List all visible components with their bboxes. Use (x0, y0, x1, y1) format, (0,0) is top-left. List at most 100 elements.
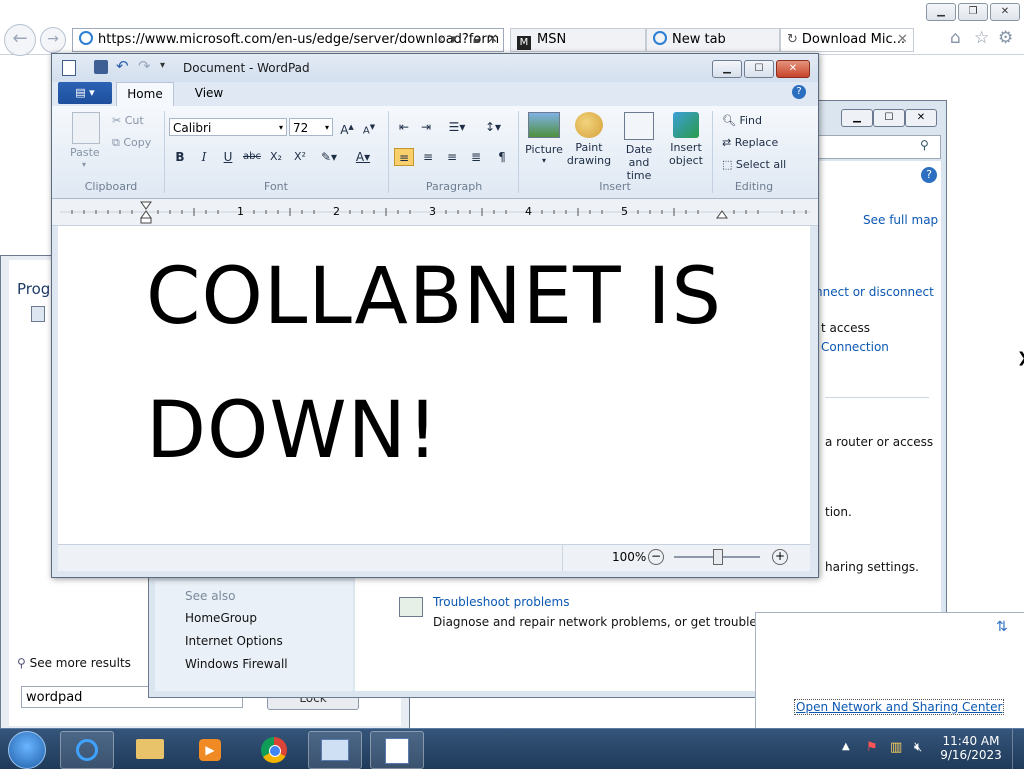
help-icon[interactable]: ? (792, 85, 806, 99)
italic-button[interactable]: I (194, 148, 214, 166)
zoom-out-button[interactable]: − (648, 549, 664, 565)
tab-label: New tab (672, 32, 726, 47)
connect-disconnect-link[interactable]: nnect or disconnect (815, 285, 934, 299)
align-center-button[interactable]: ≡ (418, 148, 438, 166)
document-text-line-1[interactable]: COLLABNET IS (146, 252, 722, 342)
show-desktop-button[interactable] (1012, 729, 1024, 769)
programs-heading: Prog (17, 280, 51, 298)
help-icon[interactable]: ? (921, 167, 937, 183)
picture-icon (528, 112, 560, 138)
cp-search-input[interactable]: ⚲ (809, 135, 941, 159)
paste-button[interactable]: Paste ▾ (66, 112, 106, 172)
strikethrough-button[interactable]: abc (242, 148, 262, 166)
line-spacing-button[interactable]: ↕▾ (478, 118, 508, 136)
replace-icon: ⇄ (722, 136, 735, 149)
font-size-select[interactable]: 72 ▾ (289, 118, 333, 136)
select-all-button[interactable]: ⬚ Select all (722, 158, 786, 171)
find-button[interactable]: 🔍︎ Find (722, 114, 762, 127)
action-center-icon[interactable]: ⚑ (866, 740, 878, 755)
tab-msn[interactable]: M MSN (510, 28, 646, 52)
browser-restore-button[interactable]: ❐ (958, 3, 988, 21)
tab-home[interactable]: Home (116, 82, 174, 106)
taskbar-explorer[interactable] (130, 733, 170, 765)
tab-new-tab[interactable]: New tab (646, 28, 780, 52)
wordpad-maximize-button[interactable]: ☐ (744, 60, 774, 78)
wordpad-close-button[interactable]: ✕ (776, 60, 810, 78)
network-icon[interactable]: ▥ (890, 740, 902, 755)
browser-minimize-button[interactable]: ▁ (926, 3, 956, 21)
taskbar-chrome[interactable] (254, 733, 294, 765)
save-icon[interactable] (94, 60, 108, 74)
font-group-label: Font (264, 180, 288, 193)
redo-icon[interactable]: ↷ (138, 57, 151, 75)
show-hidden-icons[interactable]: ▲ (842, 741, 850, 752)
subscript-button[interactable]: X₂ (266, 148, 286, 166)
bold-button[interactable]: B (170, 148, 190, 166)
cp-minimize-button[interactable]: ▁ (841, 109, 873, 127)
cut-button[interactable]: ✂ Cut (112, 114, 144, 127)
tools-icon[interactable]: ⚙ (998, 28, 1013, 48)
font-color-button[interactable]: A▾ (348, 148, 378, 166)
bullets-button[interactable]: ☰▾ (442, 118, 472, 136)
taskbar-control-panel[interactable] (308, 731, 362, 769)
open-network-center-link[interactable]: Open Network and Sharing Center (794, 699, 1005, 715)
wordpad-minimize-button[interactable]: ▁ (712, 60, 742, 78)
browser-close-button[interactable]: ✕ (990, 3, 1020, 21)
volume-muted-icon[interactable]: 🔇︎ (914, 740, 922, 755)
grow-font-button[interactable]: A▲ (337, 118, 357, 137)
copy-button[interactable]: ⧉ Copy (112, 136, 151, 150)
forward-button[interactable]: → (40, 27, 66, 53)
undo-icon[interactable]: ↶ (116, 57, 129, 75)
taskbar-media-player[interactable]: ▶ (190, 733, 230, 765)
see-also-homegroup[interactable]: HomeGroup (185, 611, 257, 625)
home-icon[interactable]: ⌂ (950, 28, 961, 48)
msn-icon: M (517, 36, 531, 50)
paragraph-button[interactable]: ¶ (492, 148, 512, 166)
justify-button[interactable]: ≣ (466, 148, 486, 166)
underline-button[interactable]: U (218, 148, 238, 166)
see-also-internet-options[interactable]: Internet Options (185, 634, 283, 648)
picture-button[interactable]: Picture ▾ (524, 112, 564, 176)
clock[interactable]: 11:40 AM 9/16/2023 (936, 734, 1006, 762)
search-icon[interactable]: ⌕ ▾ (439, 29, 457, 51)
application-menu-button[interactable]: ▤ ▾ (58, 82, 112, 104)
refresh-icon[interactable]: ⇅ (996, 619, 1008, 635)
tab-view[interactable]: View (186, 82, 232, 104)
favorites-icon[interactable]: ☆ (974, 28, 989, 48)
picture-label: Picture (525, 143, 563, 156)
insert-object-button[interactable]: Insert object (666, 112, 706, 176)
start-button[interactable] (8, 731, 46, 769)
stop-icon[interactable]: ✕ (487, 29, 498, 51)
date-time-button[interactable]: Date and time (614, 112, 664, 182)
shrink-font-button[interactable]: A▼ (359, 118, 379, 136)
document-text-line-2[interactable]: DOWN! (146, 386, 439, 476)
connection-link[interactable]: Connection (821, 340, 889, 354)
font-family-select[interactable]: Calibri ▾ (169, 118, 287, 136)
zoom-slider-thumb[interactable] (713, 549, 723, 565)
zoom-in-button[interactable]: + (772, 549, 788, 565)
zoom-slider[interactable] (674, 549, 760, 565)
decrease-indent-button[interactable]: ⇤ (394, 118, 414, 136)
highlight-color-button[interactable]: ✎▾ (314, 148, 344, 166)
align-left-button[interactable]: ≡ (394, 148, 414, 166)
taskbar-wordpad[interactable] (370, 731, 424, 769)
see-full-map-link[interactable]: See full map (863, 213, 938, 227)
cp-close-button[interactable]: ✕ (905, 109, 937, 127)
tab-download[interactable]: ↻ Download Mic... ✕ (780, 28, 914, 52)
paint-drawing-button[interactable]: Paint drawing (566, 112, 612, 176)
tab-close-icon[interactable]: ✕ (897, 29, 908, 51)
cp-maximize-button[interactable]: ☐ (873, 109, 905, 127)
see-also-windows-firewall[interactable]: Windows Firewall (185, 657, 288, 671)
taskbar-ie[interactable] (60, 731, 114, 769)
customize-qat-icon[interactable]: ▾ (160, 60, 165, 71)
replace-button[interactable]: ⇄ Replace (722, 136, 778, 149)
back-button[interactable]: ← (4, 24, 36, 56)
tab-label: MSN (537, 32, 567, 47)
align-right-button[interactable]: ≡ (442, 148, 462, 166)
troubleshoot-link[interactable]: Troubleshoot problems (433, 595, 569, 609)
address-bar[interactable]: https://www.microsoft.com/en-us/edge/ser… (72, 28, 504, 52)
increase-indent-button[interactable]: ⇥ (416, 118, 436, 136)
document-area[interactable]: COLLABNET IS DOWN! (58, 226, 810, 544)
see-more-results[interactable]: ⚲ See more results (17, 656, 131, 670)
superscript-button[interactable]: X² (290, 148, 310, 166)
